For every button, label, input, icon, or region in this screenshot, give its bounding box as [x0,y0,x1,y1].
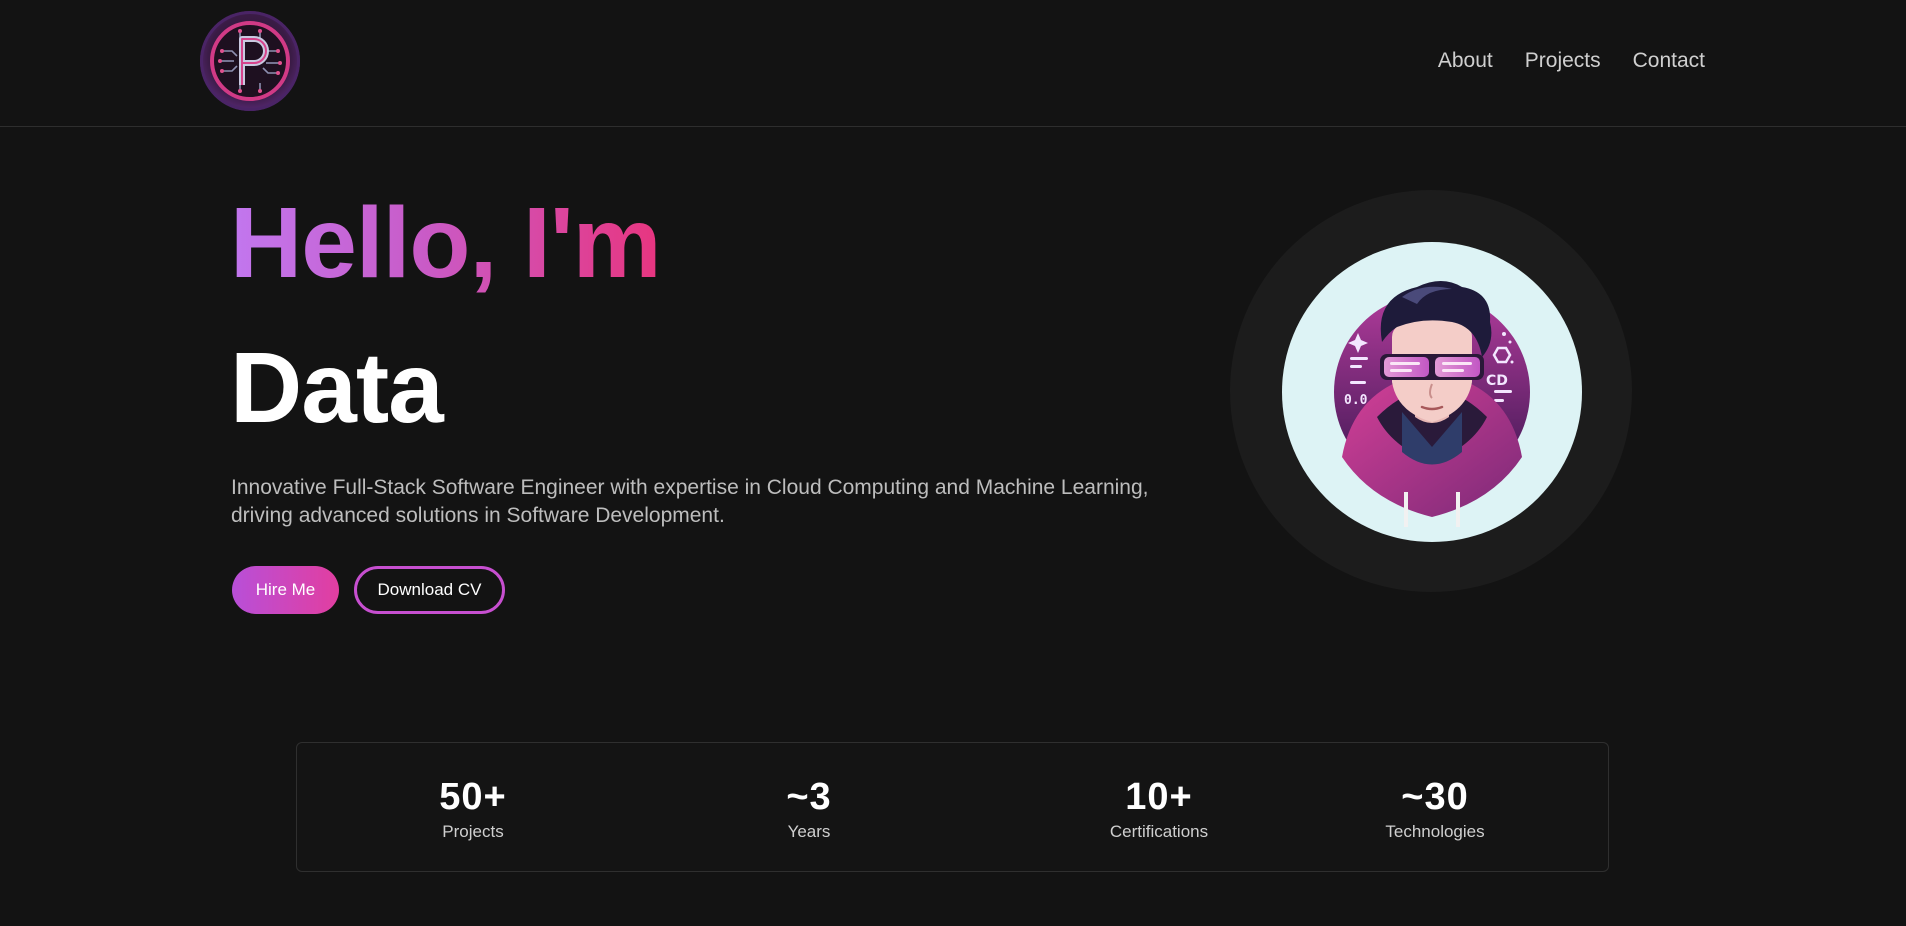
stat-label: Technologies [1385,822,1485,841]
stat-projects: 50+ Projects [363,775,583,843]
stat-value: 10+ [1125,776,1193,818]
svg-text:CD: CD [1486,373,1508,389]
nav-contact-link[interactable]: Contact [1633,46,1705,76]
circuit-p-logo-icon[interactable] [200,11,300,111]
svg-text:0.0: 0.0 [1344,393,1368,408]
stat-technologies: ~30 Technologies [1325,775,1545,843]
stat-value: 50+ [439,776,507,818]
stat-years: ~3 Years [699,775,919,843]
site-header: About Projects Contact [0,0,1906,127]
stat-label: Certifications [1109,822,1209,841]
hire-me-button[interactable]: Hire Me [232,566,339,614]
main-nav: About Projects Contact [1438,46,1705,76]
stat-value: ~30 [1401,776,1469,818]
nav-about-link[interactable]: About [1438,46,1493,76]
stat-certifications: 10+ Certifications [1049,775,1269,843]
stat-value: ~3 [786,776,832,818]
developer-avatar-icon: 0.0 CD [1282,242,1582,542]
page: About Projects Contact Hello, I'm Data I… [0,0,1906,926]
hero-intro: Innovative Full-Stack Software Engineer … [231,476,1149,527]
stat-label: Years [787,822,831,841]
stat-label: Projects [442,822,504,841]
hero-greeting: Hello, I'm [230,187,662,299]
hero-role: Data [230,332,444,444]
nav-projects-link[interactable]: Projects [1525,46,1601,76]
download-cv-button[interactable]: Download CV [354,566,505,614]
stats-panel: 50+ Projects ~3 Years 10+ Certifications… [296,742,1609,872]
